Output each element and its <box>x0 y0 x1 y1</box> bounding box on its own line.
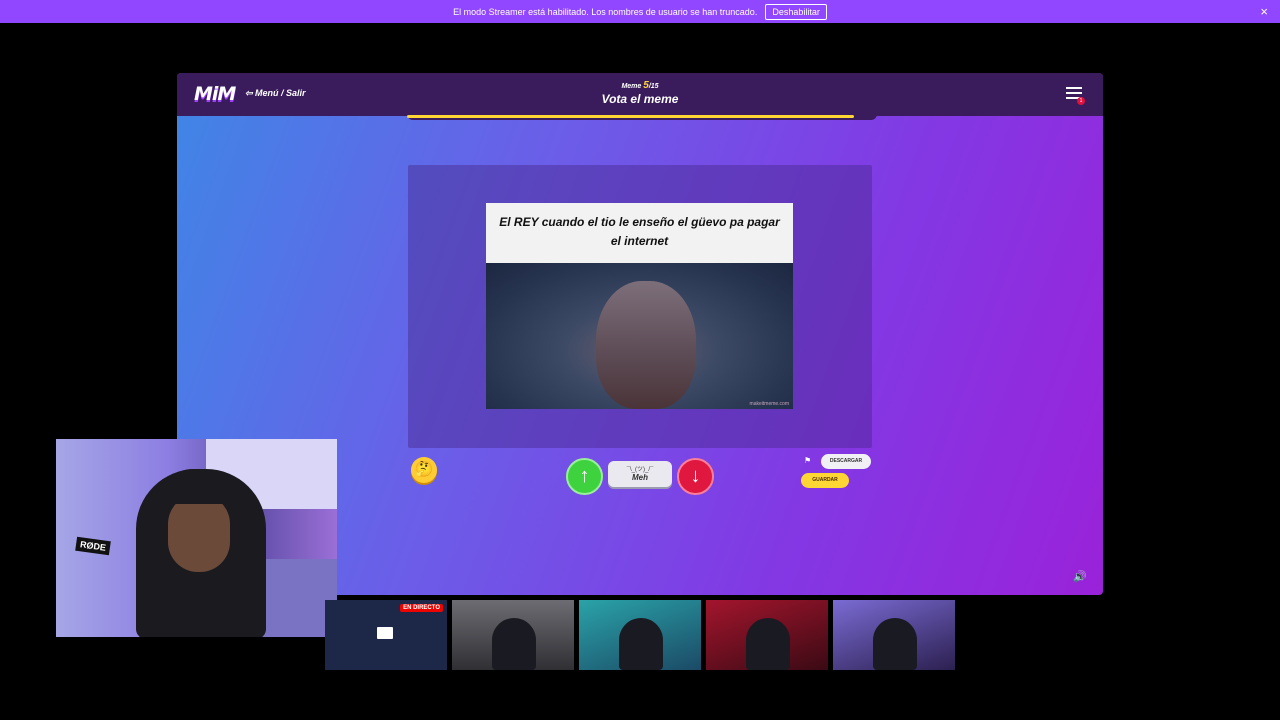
close-icon[interactable]: × <box>1260 4 1268 19</box>
thumbnail-figure <box>746 618 790 670</box>
thumbnail-figure <box>873 618 917 670</box>
disable-button[interactable]: Deshabilitar <box>765 3 827 20</box>
meme-face <box>596 281 696 409</box>
stream-thumbnail[interactable] <box>706 600 828 670</box>
save-button[interactable]: GUARDAR <box>801 473 849 488</box>
stream-thumbnail[interactable] <box>452 600 574 670</box>
meh-label: Meh <box>632 473 648 482</box>
timer-bar <box>407 115 854 118</box>
stream-thumbnail[interactable]: EN DIRECTO <box>325 600 447 670</box>
round-prefix: Meme <box>621 83 644 90</box>
thumbnail-figure <box>619 618 663 670</box>
speaker-icon[interactable]: 🔊 <box>1073 570 1087 583</box>
streamer-mode-banner: El modo Streamer está habilitado. Los no… <box>0 0 1280 23</box>
banner-message: El modo Streamer está habilitado. Los no… <box>453 6 758 17</box>
download-button[interactable]: DESCARGAR <box>821 454 871 469</box>
live-badge: EN DIRECTO <box>400 604 443 612</box>
meme-card: El REY cuando el tio le enseño el güevo … <box>486 203 793 409</box>
meme-watermark: makeitmeme.com <box>749 401 789 407</box>
stream-thumbnail[interactable] <box>833 600 955 670</box>
meme-panel: El REY cuando el tio le enseño el güevo … <box>408 165 872 448</box>
notification-badge: 1 <box>1077 97 1085 105</box>
meh-shrug: ¯\_(ツ)_/¯ <box>626 467 654 473</box>
round-counter: Meme 5/15 <box>177 80 1103 91</box>
stream-thumbnail[interactable] <box>579 600 701 670</box>
meme-image: makeitmeme.com <box>486 263 793 409</box>
emoji-reaction-button[interactable]: 🤔 <box>411 457 437 483</box>
webcam-head <box>168 494 230 572</box>
report-flag-icon[interactable]: ⚑ <box>804 456 811 465</box>
phase-title: Vota el meme <box>601 92 679 106</box>
menu-icon[interactable]: 1 <box>1066 87 1085 105</box>
meh-button[interactable]: ¯\_(ツ)_/¯ Meh <box>608 461 672 487</box>
meme-caption: El REY cuando el tio le enseño el güevo … <box>486 203 793 263</box>
streamer-webcam: RØDE <box>56 439 337 637</box>
round-total: /15 <box>648 83 659 90</box>
thumbnail-figure <box>492 618 536 670</box>
vote-up-button[interactable]: ↑ <box>566 458 603 495</box>
mic-brand-label: RØDE <box>75 536 111 556</box>
vote-down-button[interactable]: ↓ <box>677 458 714 495</box>
screen-icon <box>377 627 393 639</box>
